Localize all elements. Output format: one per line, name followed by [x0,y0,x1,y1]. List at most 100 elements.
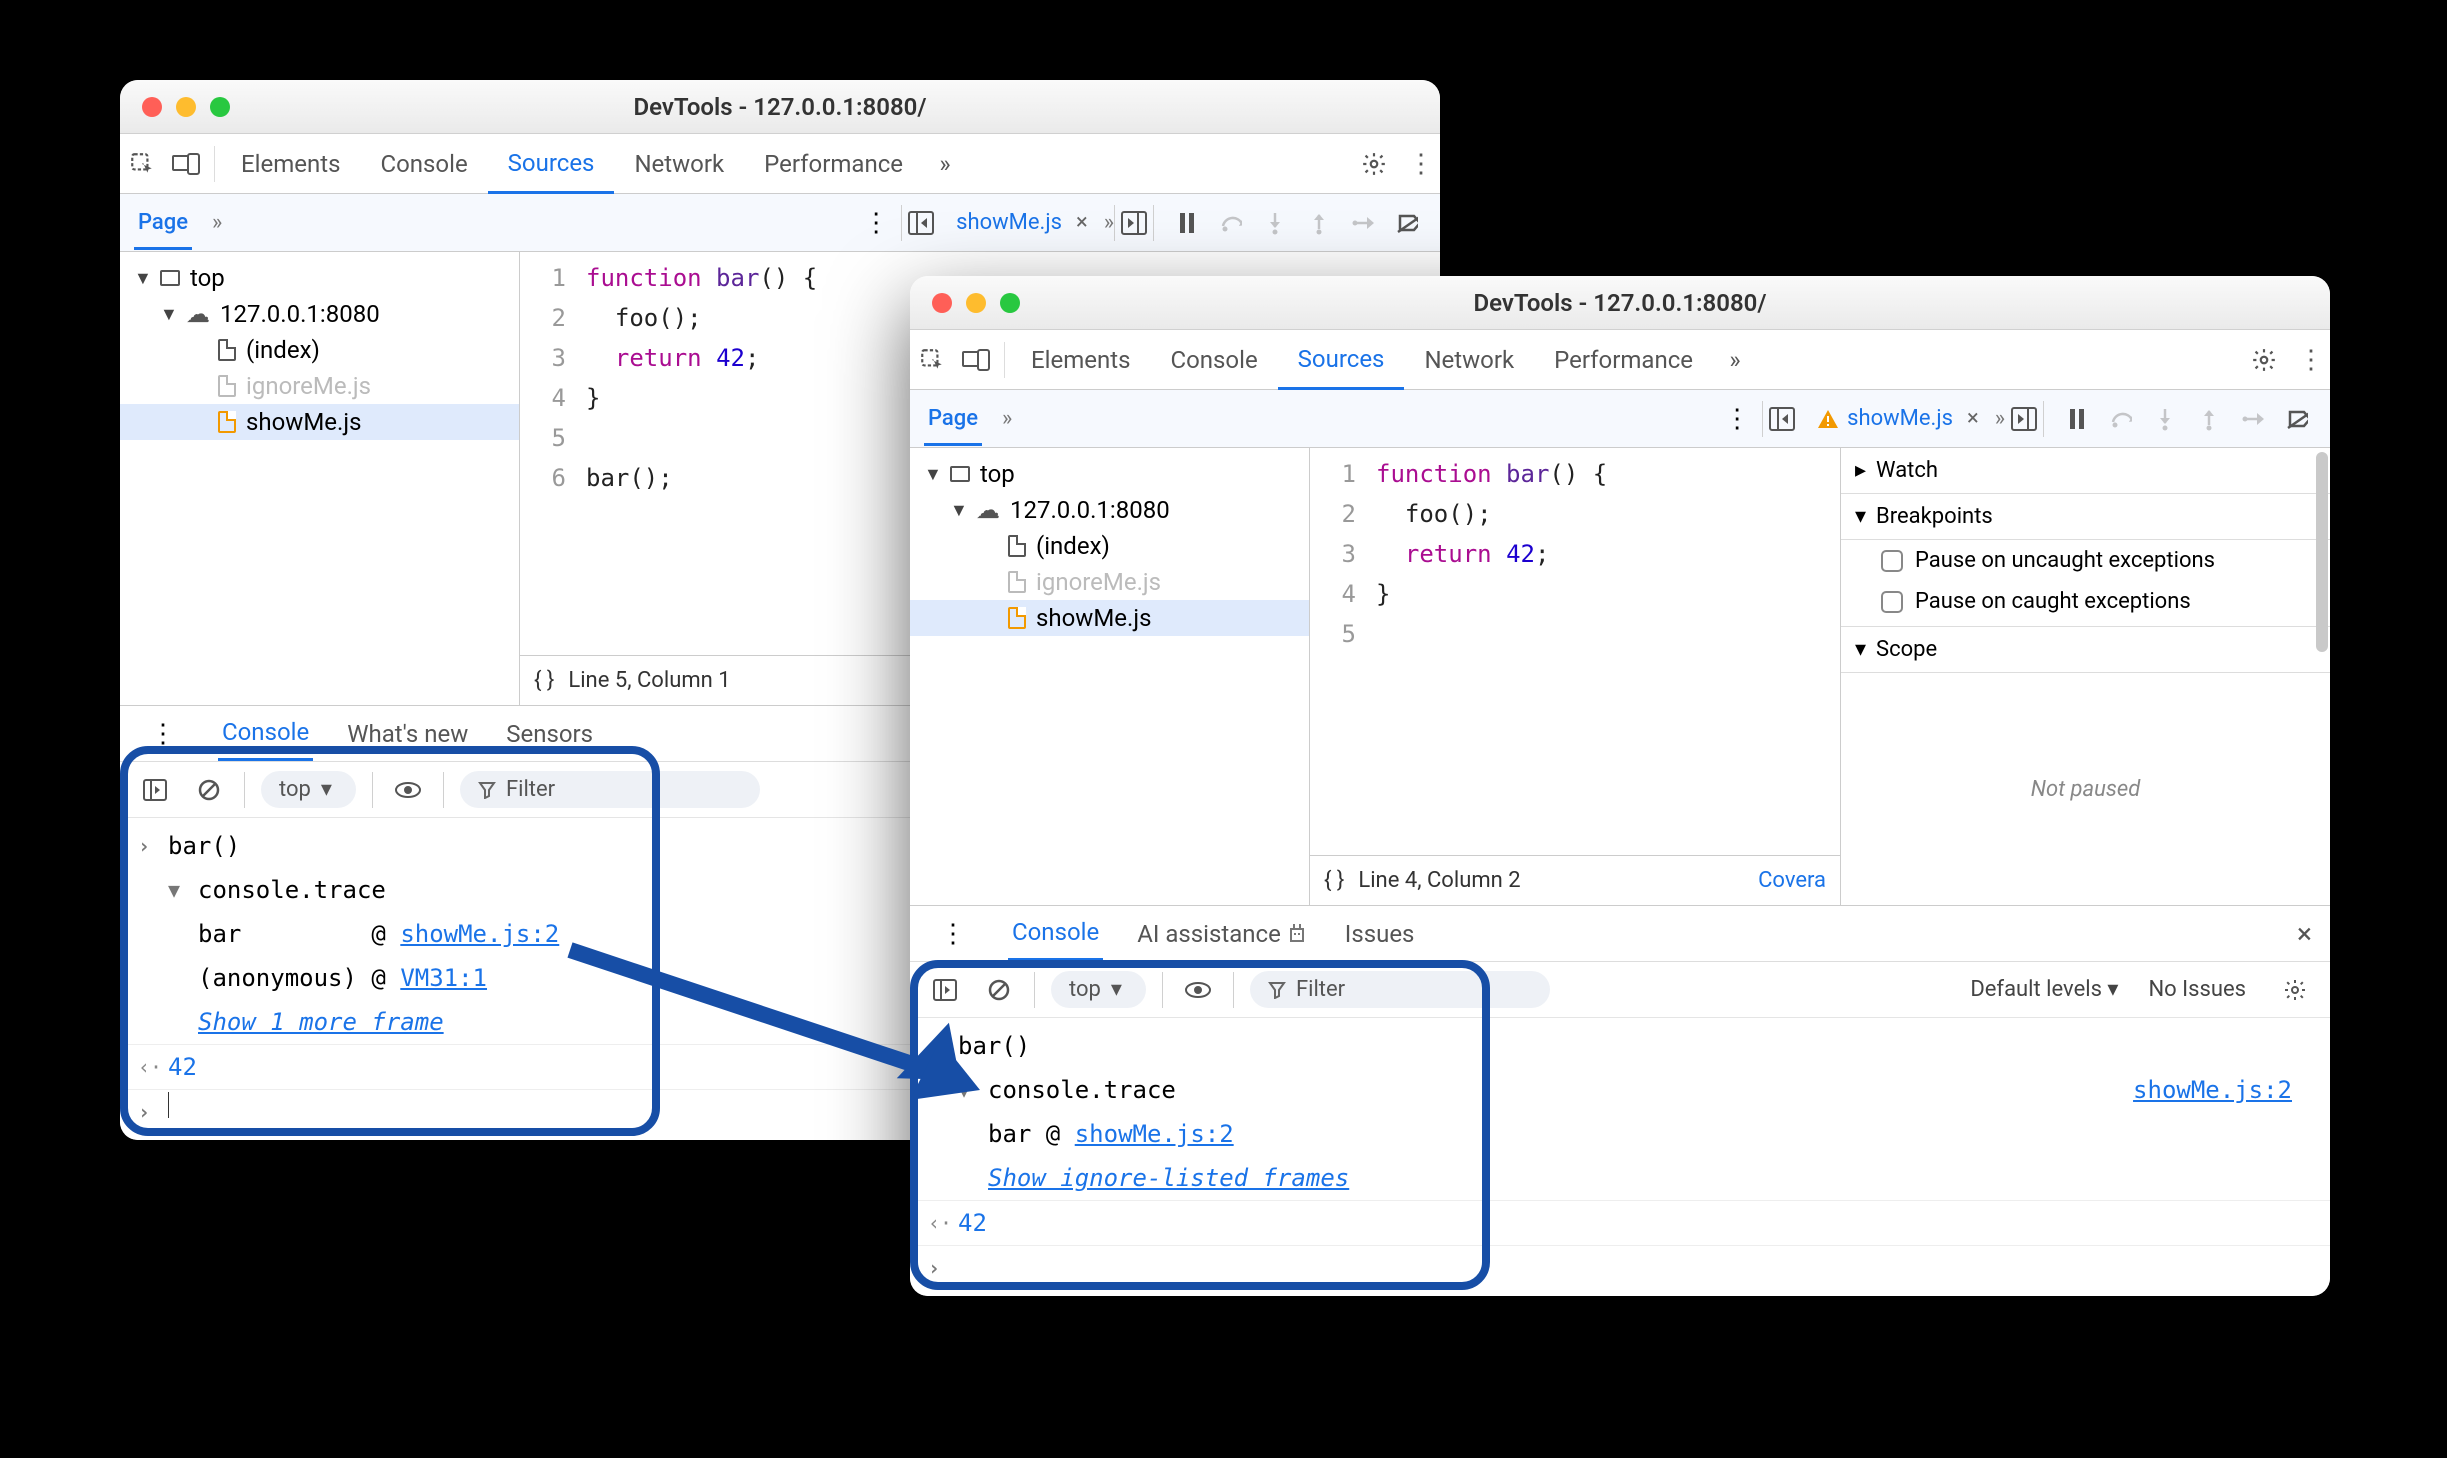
sidebar-toggle-icon[interactable] [136,771,174,809]
kebab-icon[interactable]: ⋮ [1396,149,1440,179]
more-files-icon[interactable]: » [1995,406,2005,431]
deactivate-breakpoints-icon[interactable] [1388,204,1426,242]
step-over-icon[interactable] [2102,400,2140,438]
tree-showme[interactable]: showMe.js [246,408,361,436]
tab-performance[interactable]: Performance [1534,330,1713,389]
step-icon[interactable] [2234,400,2272,438]
more-tabs-icon[interactable]: » [1713,346,1757,374]
tree-ignoreme[interactable]: ignoreMe.js [246,372,371,400]
tree-index[interactable]: (index) [246,336,320,364]
show-more-frames-link[interactable]: Show 1 more frame [198,1002,444,1042]
live-expression-icon[interactable] [1179,971,1217,1009]
tab-sources[interactable]: Sources [1278,331,1405,390]
scrollbar[interactable] [2316,452,2328,652]
device-toolbar-icon[interactable] [164,145,208,183]
inspect-icon[interactable] [120,145,164,183]
coverage-label[interactable]: Covera [1758,868,1826,893]
maximize-icon[interactable] [1000,293,1020,313]
maximize-icon[interactable] [210,97,230,117]
drawer-tab-console[interactable]: Console [218,706,313,761]
open-file-tab[interactable]: showMe.js × [1801,406,1995,431]
filter-input[interactable]: Filter [460,771,760,808]
minimize-icon[interactable] [176,97,196,117]
code-editor[interactable]: 12345 function bar() { foo(); return 42;… [1310,448,1840,905]
navigator-menu-icon[interactable]: ⋮ [1712,404,1762,434]
tab-console[interactable]: Console [360,134,487,193]
tab-sources[interactable]: Sources [488,135,615,194]
sidebar-toggle-icon[interactable] [926,971,964,1009]
step-over-icon[interactable] [1212,204,1250,242]
page-tab[interactable]: Page [134,196,192,250]
tree-showme[interactable]: showMe.js [1036,604,1151,632]
drawer-tab-whatsnew[interactable]: What's new [343,708,472,760]
console-trace-label[interactable]: console.trace [988,1070,2133,1110]
close-file-icon[interactable]: × [1967,406,1979,431]
console-settings-icon[interactable] [2276,971,2314,1009]
gear-icon[interactable] [2242,341,2286,379]
scope-section[interactable]: ▾Scope [1841,627,2330,673]
log-levels-selector[interactable]: Default levels ▾ [1970,977,2118,1002]
context-selector[interactable]: top▾ [1051,971,1146,1008]
pretty-print-icon[interactable]: { } [534,668,554,693]
drawer-tab-sensors[interactable]: Sensors [502,708,597,760]
trace-link-vm[interactable]: VM31:1 [400,964,487,992]
trace-link-showme[interactable]: showMe.js:2 [400,920,559,948]
tree-origin[interactable]: 127.0.0.1:8080 [220,300,380,328]
tree-index[interactable]: (index) [1036,532,1110,560]
tree-top[interactable]: top [980,460,1015,488]
filter-input[interactable]: Filter [1250,971,1550,1008]
drawer-tab-issues[interactable]: Issues [1341,908,1419,960]
open-file-tab[interactable]: showMe.js × [940,210,1104,235]
trace-link-showme[interactable]: showMe.js:2 [1075,1120,1234,1148]
tab-performance[interactable]: Performance [744,134,923,193]
tab-elements[interactable]: Elements [1011,330,1150,389]
close-icon[interactable] [142,97,162,117]
code-text[interactable]: function bar() { foo(); return 42; } [1370,454,1840,855]
inspect-icon[interactable] [910,341,954,379]
tree-ignoreme[interactable]: ignoreMe.js [1036,568,1161,596]
page-tab[interactable]: Page [924,392,982,446]
clear-console-icon[interactable] [980,971,1018,1009]
device-toolbar-icon[interactable] [954,341,998,379]
tab-elements[interactable]: Elements [221,134,360,193]
collapse-left-pane-icon[interactable] [1763,400,1801,438]
pause-icon[interactable] [1168,204,1206,242]
gear-icon[interactable] [1352,145,1396,183]
step-into-icon[interactable] [1256,204,1294,242]
step-into-icon[interactable] [2146,400,2184,438]
trace-source-link[interactable]: showMe.js:2 [2133,1070,2312,1110]
watch-section[interactable]: ▸Watch [1841,448,2330,494]
kebab-icon[interactable]: ⋮ [2286,345,2330,375]
drawer-menu-icon[interactable]: ⋮ [138,719,188,749]
collapse-left-pane-icon[interactable] [902,204,940,242]
step-out-icon[interactable] [2190,400,2228,438]
drawer-menu-icon[interactable]: ⋮ [928,919,978,949]
close-drawer-icon[interactable]: × [2297,917,2312,950]
tree-top[interactable]: top [190,264,225,292]
breakpoints-section[interactable]: ▾Breakpoints [1841,494,2330,540]
pause-uncaught-checkbox[interactable]: Pause on uncaught exceptions [1841,540,2330,581]
drawer-tab-ai[interactable]: AI assistance [1133,908,1311,960]
collapse-right-pane-icon[interactable] [1115,204,1153,242]
live-expression-icon[interactable] [389,771,427,809]
chevrons-icon[interactable]: » [1002,406,1012,431]
show-ignore-listed-link[interactable]: Show ignore-listed frames [988,1158,1349,1198]
pause-icon[interactable] [2058,400,2096,438]
file-tree[interactable]: ▼top ▼127.0.0.1:8080 (index) ignoreMe.js… [910,448,1310,905]
close-file-icon[interactable]: × [1076,210,1088,235]
step-out-icon[interactable] [1300,204,1338,242]
chevrons-icon[interactable]: » [212,210,222,235]
pause-caught-checkbox[interactable]: Pause on caught exceptions [1841,581,2330,627]
navigator-menu-icon[interactable]: ⋮ [851,208,901,238]
tree-origin[interactable]: 127.0.0.1:8080 [1010,496,1170,524]
close-icon[interactable] [932,293,952,313]
deactivate-breakpoints-icon[interactable] [2278,400,2316,438]
context-selector[interactable]: top▾ [261,771,356,808]
tab-console[interactable]: Console [1150,330,1277,389]
pretty-print-icon[interactable]: { } [1324,868,1344,893]
tab-network[interactable]: Network [614,134,744,193]
tab-network[interactable]: Network [1404,330,1534,389]
minimize-icon[interactable] [966,293,986,313]
no-issues-label[interactable]: No Issues [2148,977,2246,1002]
file-tree[interactable]: ▼top ▼127.0.0.1:8080 (index) ignoreMe.js… [120,252,520,705]
